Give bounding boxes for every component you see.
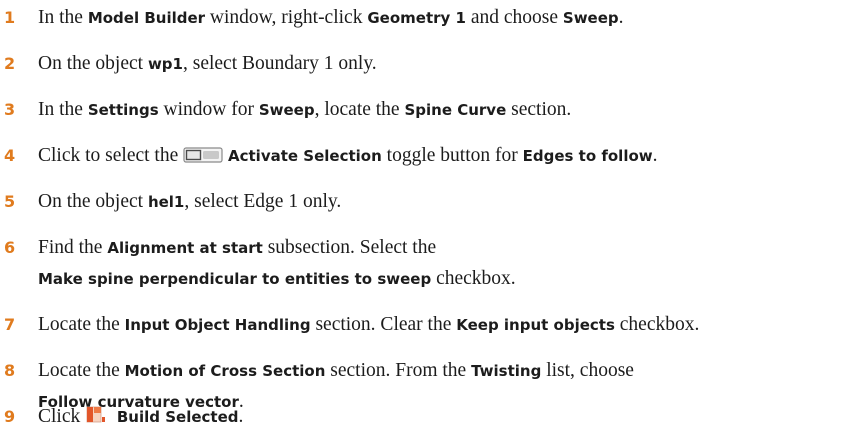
object-name-label: hel1 <box>147 193 185 211</box>
step-text-part: window for <box>158 99 259 120</box>
sweep-label: Sweep <box>258 101 315 119</box>
step-text-part: In the <box>38 99 88 120</box>
step-text: Locate the Input Object Handling section… <box>38 313 699 337</box>
step-text: In the Model Builder window, right-click… <box>38 6 624 30</box>
twisting-list-label: Twisting <box>471 362 542 380</box>
step-number: 5 <box>4 192 16 211</box>
step-text: Find the Alignment at start subsection. … <box>38 236 436 260</box>
subsection-name-label: Alignment at start <box>107 239 263 257</box>
step-text-part: list, choose <box>541 360 634 381</box>
step-number: 4 <box>4 146 16 165</box>
step-text-part: window, right-click <box>205 7 368 28</box>
step-text: On the object hel1, select Edge 1 only. <box>38 190 341 214</box>
step-text-part: , select Boundary 1 only. <box>182 53 377 74</box>
step-number: 9 <box>4 407 16 426</box>
step-number: 3 <box>4 100 16 119</box>
step-text: Click Build Selected. <box>38 405 243 432</box>
section-name-label: Input Object Handling <box>124 316 311 334</box>
step-text-part: Locate the <box>38 314 125 335</box>
object-name-label: wp1 <box>147 55 183 73</box>
step-text-part: On the object <box>38 191 148 212</box>
step-text-part: section. <box>506 99 572 120</box>
section-name-label: Motion of Cross Section <box>124 362 326 380</box>
step-text: Click to select the Activate Selection t… <box>38 144 658 171</box>
step-text-part: Click to select the <box>38 145 184 166</box>
step-text-part: . <box>238 406 244 427</box>
model-builder-label: Model Builder <box>87 9 206 27</box>
step-text-part: subsection. Select the <box>262 237 437 258</box>
step-number: 1 <box>4 8 16 27</box>
edges-to-follow-label: Edges to follow <box>522 147 653 165</box>
step-text-part: In the <box>38 7 88 28</box>
step-text-part: Find the <box>38 237 108 258</box>
step-text-part: . <box>652 145 658 166</box>
step-text-part: checkbox. <box>431 268 516 289</box>
step-text-part: On the object <box>38 53 148 74</box>
step-text-part: toggle button for <box>381 145 523 166</box>
step-text-part: section. From the <box>325 360 472 381</box>
geometry-node-label: Geometry 1 <box>367 9 466 27</box>
step-text-continuation: Make spine perpendicular to entities to … <box>38 267 516 291</box>
step-text-part: . <box>618 7 624 28</box>
section-name-label: Spine Curve <box>404 101 507 119</box>
step-text-part: Click <box>38 406 86 427</box>
step-text-part: and choose <box>465 7 563 28</box>
checkbox-name-label: Keep input objects <box>456 316 615 334</box>
step-text: Locate the Motion of Cross Section secti… <box>38 359 634 383</box>
sweep-label: Sweep <box>562 9 619 27</box>
step-number: 7 <box>4 315 16 334</box>
activate-selection-label: Activate Selection <box>228 147 382 165</box>
step-number: 8 <box>4 361 16 380</box>
activate-selection-toggle-icon <box>183 146 223 171</box>
build-selected-label: Build Selected <box>116 408 239 426</box>
step-text-part: checkbox. <box>614 314 700 335</box>
step-text: On the object wp1, select Boundary 1 onl… <box>38 52 377 76</box>
settings-label: Settings <box>87 101 159 119</box>
step-text-part: Locate the <box>38 360 125 381</box>
step-number: 2 <box>4 54 16 73</box>
step-text-part: , select Edge 1 only. <box>184 191 342 212</box>
step-text-part: section. Clear the <box>310 314 457 335</box>
step-number: 6 <box>4 238 16 257</box>
checkbox-name-label: Make spine perpendicular to entities to … <box>38 270 432 288</box>
step-text: In the Settings window for Sweep, locate… <box>38 98 571 122</box>
build-selected-icon <box>85 405 107 432</box>
step-text-part: , locate the <box>314 99 405 120</box>
